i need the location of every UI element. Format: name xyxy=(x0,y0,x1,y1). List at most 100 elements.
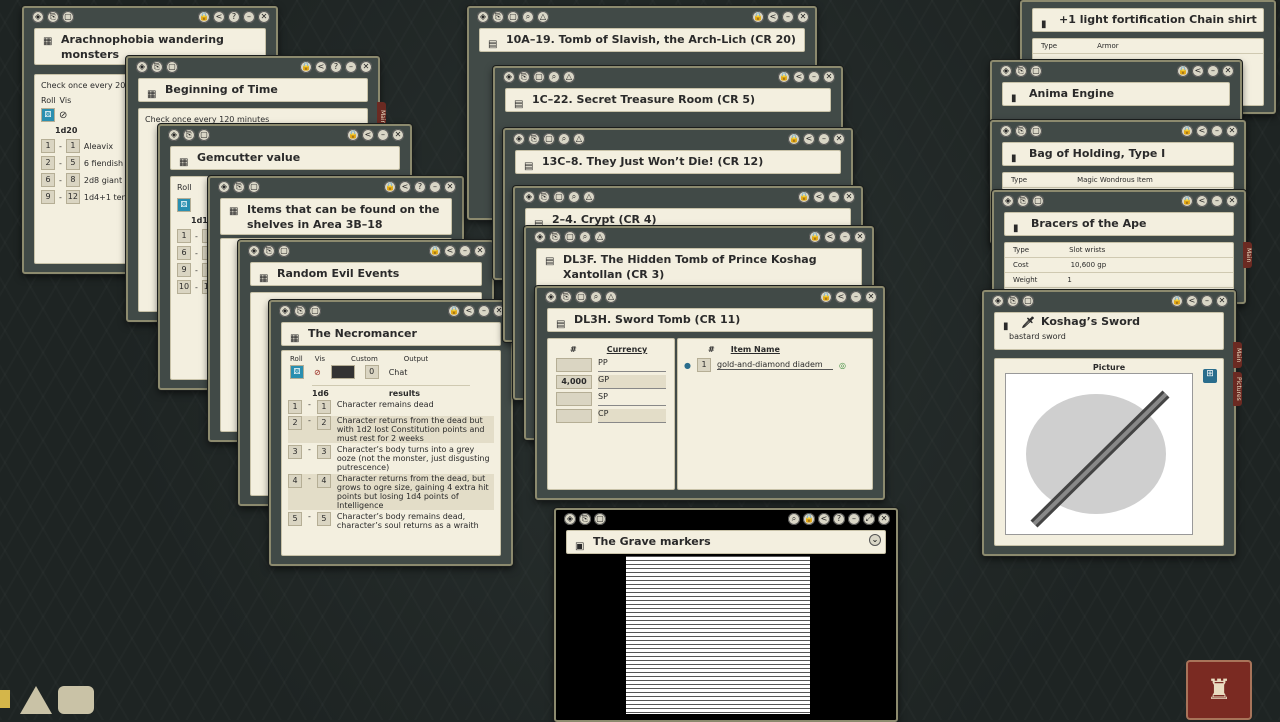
share-icon[interactable]: < xyxy=(399,181,411,193)
lock-icon[interactable]: ▢ xyxy=(575,291,587,303)
minimize-icon[interactable]: – xyxy=(782,11,794,23)
close-icon[interactable]: ✕ xyxy=(1222,65,1234,77)
link-icon[interactable]: ⎘ xyxy=(538,191,550,203)
lock-icon[interactable]: 🔒 xyxy=(778,71,790,83)
window-the-necromancer[interactable]: ◈ ⎘ ▢ 🔒 < – ✕ ▦ The Necromancer Roll Vis Custo… xyxy=(269,300,513,566)
close-icon[interactable]: ✕ xyxy=(444,181,456,193)
item-link-icon[interactable]: ● xyxy=(684,361,691,370)
minimize-icon[interactable]: – xyxy=(377,129,389,141)
tab-main[interactable]: Main xyxy=(1243,242,1252,268)
share-icon[interactable]: < xyxy=(315,61,327,73)
window-icon[interactable]: ◈ xyxy=(32,11,44,23)
gallery-icon[interactable]: ⊞ xyxy=(1203,369,1217,383)
close-icon[interactable]: ✕ xyxy=(392,129,404,141)
visibility-icon[interactable]: ⊘ xyxy=(314,368,321,377)
close-icon[interactable]: ✕ xyxy=(258,11,270,23)
lock-icon[interactable]: 🔒 xyxy=(1171,295,1183,307)
minimize-icon[interactable]: – xyxy=(848,513,860,525)
link-icon[interactable]: ⎘ xyxy=(151,61,163,73)
lock-icon[interactable]: 🔒 xyxy=(448,305,460,317)
output-select[interactable]: Chat xyxy=(389,368,408,377)
window-icon[interactable]: ◈ xyxy=(503,71,515,83)
share-icon[interactable]: < xyxy=(1196,125,1208,137)
resize-icon[interactable]: ⤢ xyxy=(863,513,875,525)
minimize-icon[interactable]: – xyxy=(808,71,820,83)
roll-dice-button[interactable]: ⚄ xyxy=(41,108,55,122)
window-icon[interactable]: ◈ xyxy=(1000,125,1012,137)
share-icon[interactable]: < xyxy=(824,231,836,243)
lock-icon[interactable]: 🔒 xyxy=(788,133,800,145)
search-icon[interactable]: ⌕ xyxy=(590,291,602,303)
item-detail-icon[interactable]: ◎ xyxy=(839,361,846,370)
lock-icon[interactable]: ▢ xyxy=(248,181,260,193)
search-icon[interactable]: ⌕ xyxy=(558,133,570,145)
lock-icon[interactable]: ▢ xyxy=(564,231,576,243)
lock-icon[interactable]: ▢ xyxy=(1022,295,1034,307)
help-icon[interactable]: ? xyxy=(833,513,845,525)
link-icon[interactable]: ⎘ xyxy=(492,11,504,23)
minimize-icon[interactable]: – xyxy=(345,61,357,73)
dice-icon[interactable] xyxy=(0,690,10,708)
search-icon[interactable]: ⌕ xyxy=(579,231,591,243)
share-icon[interactable]: < xyxy=(813,191,825,203)
tab-main[interactable]: Main xyxy=(1233,342,1242,368)
lock-icon[interactable]: 🔒 xyxy=(1181,125,1193,137)
help-icon[interactable]: ? xyxy=(414,181,426,193)
window-icon[interactable]: ◈ xyxy=(477,11,489,23)
lock-icon[interactable]: 🔒 xyxy=(798,191,810,203)
help-icon[interactable]: ? xyxy=(228,11,240,23)
roll-dice-button[interactable]: ⚄ xyxy=(290,365,304,379)
lock-icon[interactable]: 🔒 xyxy=(347,129,359,141)
lock-icon[interactable]: ▢ xyxy=(1032,195,1044,207)
lock-icon[interactable]: ▢ xyxy=(533,71,545,83)
share-icon[interactable]: < xyxy=(835,291,847,303)
minimize-icon[interactable]: – xyxy=(243,11,255,23)
custom-value-field[interactable]: 0 xyxy=(364,365,379,379)
close-icon[interactable]: ✕ xyxy=(865,291,877,303)
window-icon[interactable]: ◈ xyxy=(248,245,260,257)
window-icon[interactable]: ◈ xyxy=(564,513,576,525)
link-icon[interactable]: ⎘ xyxy=(1015,65,1027,77)
close-icon[interactable]: ✕ xyxy=(360,61,372,73)
search-icon[interactable]: ⌕ xyxy=(522,11,534,23)
tower-icon[interactable]: ♜ xyxy=(1186,660,1252,720)
share-icon[interactable]: < xyxy=(1196,195,1208,207)
close-icon[interactable]: ✕ xyxy=(1226,195,1238,207)
lock-icon[interactable]: ▢ xyxy=(278,245,290,257)
window-sword-tomb[interactable]: ◈ ⎘ ▢ ⌕ △ 🔒 < – ✕ ▤ DL3H. Sword Tomb (CR 11) # C… xyxy=(535,286,885,500)
link-icon[interactable]: ⎘ xyxy=(294,305,306,317)
lock-icon[interactable]: ▢ xyxy=(166,61,178,73)
window-icon[interactable]: ◈ xyxy=(168,129,180,141)
link-icon[interactable]: ⎘ xyxy=(47,11,59,23)
lock-icon[interactable]: ▢ xyxy=(543,133,555,145)
minimize-icon[interactable]: – xyxy=(429,181,441,193)
close-icon[interactable]: ✕ xyxy=(823,71,835,83)
minimize-icon[interactable]: – xyxy=(1207,65,1219,77)
window-icon[interactable]: ◈ xyxy=(992,295,1004,307)
lock-icon[interactable]: 🔒 xyxy=(752,11,764,23)
window-icon[interactable]: ◈ xyxy=(545,291,557,303)
link-icon[interactable]: ⎘ xyxy=(233,181,245,193)
visibility-icon[interactable]: ⊘ xyxy=(59,110,67,121)
lock-icon[interactable]: ▢ xyxy=(62,11,74,23)
roll-dice-button[interactable]: ⚄ xyxy=(177,198,191,212)
lock-icon[interactable]: ▢ xyxy=(553,191,565,203)
window-icon[interactable]: ◈ xyxy=(279,305,291,317)
close-icon[interactable]: ✕ xyxy=(474,245,486,257)
window-icon[interactable]: ◈ xyxy=(534,231,546,243)
minimize-icon[interactable]: – xyxy=(459,245,471,257)
lock-icon[interactable]: 🔒 xyxy=(803,513,815,525)
warning-icon[interactable]: △ xyxy=(573,133,585,145)
window-icon[interactable]: ◈ xyxy=(1000,65,1012,77)
search-icon[interactable]: ⌕ xyxy=(788,513,800,525)
lock-icon[interactable]: ▢ xyxy=(507,11,519,23)
search-icon[interactable]: ⌕ xyxy=(568,191,580,203)
minimize-icon[interactable]: – xyxy=(850,291,862,303)
lock-icon[interactable]: ▢ xyxy=(594,513,606,525)
lock-icon[interactable]: ▢ xyxy=(1030,125,1042,137)
search-icon[interactable]: ⌕ xyxy=(548,71,560,83)
share-icon[interactable]: < xyxy=(444,245,456,257)
link-icon[interactable]: ⎘ xyxy=(1007,295,1019,307)
share-icon[interactable]: < xyxy=(767,11,779,23)
close-icon[interactable]: ✕ xyxy=(797,11,809,23)
